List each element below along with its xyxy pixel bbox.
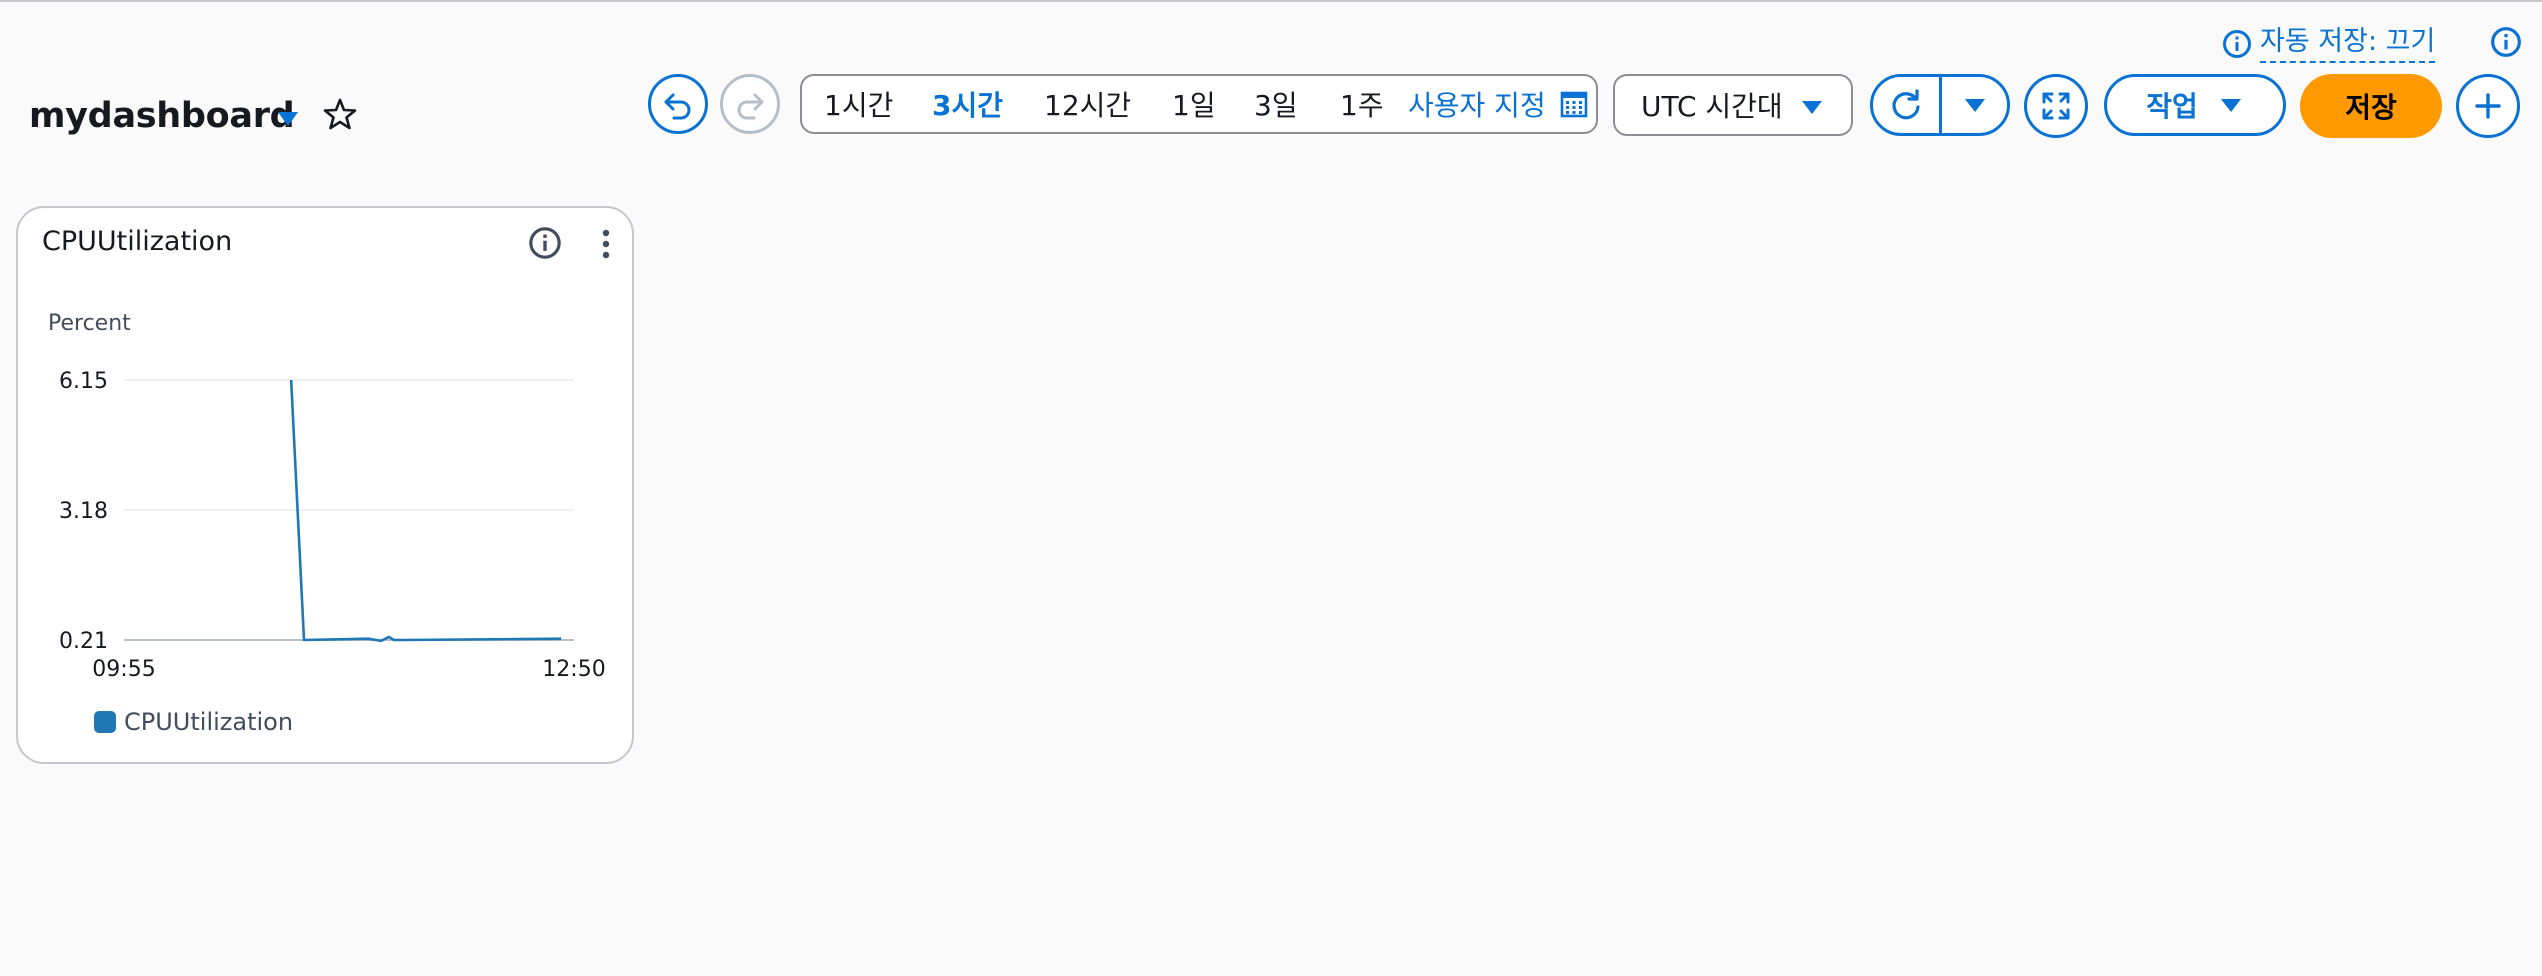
redo-icon — [737, 93, 764, 120]
autosave-toggle[interactable]: 자동 저장: 끄기 — [2222, 24, 2436, 64]
refresh-button[interactable] — [1873, 77, 1939, 133]
cpu-utilization-widget: CPUUtilization Percent 6.15 3.18 0.21 09:55 1… — [16, 206, 634, 764]
custom-range-label: 사용자 지정 — [1408, 89, 1546, 122]
fullscreen-button[interactable] — [2024, 74, 2088, 138]
legend-swatch — [94, 711, 116, 733]
undo-button[interactable] — [648, 74, 708, 134]
save-label: 저장 — [2345, 91, 2397, 124]
plus-icon — [2475, 93, 2501, 119]
dashboard-menu-caret-icon[interactable] — [274, 106, 302, 134]
time-range-1d[interactable]: 1일 — [1172, 76, 1216, 132]
y-axis-label: Percent — [48, 311, 131, 336]
cpu-utilization-chart: Percent 6.15 3.18 0.21 09:55 12:50 — [48, 311, 606, 682]
y-tick-label: 6.15 — [59, 369, 108, 394]
chevron-down-icon — [2220, 99, 2241, 112]
info-icon — [2223, 30, 2251, 58]
actions-dropdown-button[interactable]: 작업 — [2104, 74, 2286, 136]
x-tick-label: 09:55 — [92, 657, 155, 682]
redo-button[interactable] — [720, 74, 780, 134]
favorite-star-icon[interactable] — [322, 96, 358, 136]
undo-icon — [664, 93, 691, 120]
time-range-12h[interactable]: 12시간 — [1044, 76, 1131, 132]
autosave-label: 자동 저장: 끄기 — [2260, 26, 2436, 63]
y-tick-label: 0.21 — [59, 629, 108, 654]
chevron-down-icon — [1964, 99, 1985, 112]
time-range-custom[interactable]: 사용자 지정 — [1408, 76, 1546, 132]
timezone-select[interactable]: UTC 시간대 — [1613, 74, 1853, 136]
chevron-down-icon — [1802, 101, 1822, 114]
timezone-value: UTC 시간대 — [1641, 90, 1783, 123]
time-range-1h[interactable]: 1시간 — [824, 76, 893, 132]
refresh-options-button[interactable] — [1942, 77, 2007, 133]
calendar-icon[interactable] — [1560, 76, 1588, 132]
legend-label: CPUUtilization — [124, 708, 294, 736]
chart-legend[interactable]: CPUUtilization — [94, 708, 293, 736]
time-range-3h[interactable]: 3시간 — [932, 76, 1003, 132]
refresh-split-button — [1870, 74, 2010, 136]
refresh-icon — [1892, 89, 1920, 120]
time-range-selector: 1시간 3시간 12시간 1일 3일 1주 사용자 지정 — [800, 74, 1598, 134]
time-range-1w[interactable]: 1주 — [1340, 76, 1384, 132]
time-range-3d[interactable]: 3일 — [1254, 76, 1298, 132]
help-info-icon[interactable] — [2490, 26, 2522, 62]
actions-label: 작업 — [2146, 90, 2198, 123]
y-tick-label: 3.18 — [59, 499, 108, 524]
x-tick-label: 12:50 — [542, 657, 605, 682]
add-widget-button[interactable] — [2456, 74, 2520, 138]
dashboard-title: mydashboard — [29, 96, 295, 136]
save-button[interactable]: 저장 — [2300, 74, 2442, 138]
fullscreen-icon — [2042, 92, 2070, 120]
